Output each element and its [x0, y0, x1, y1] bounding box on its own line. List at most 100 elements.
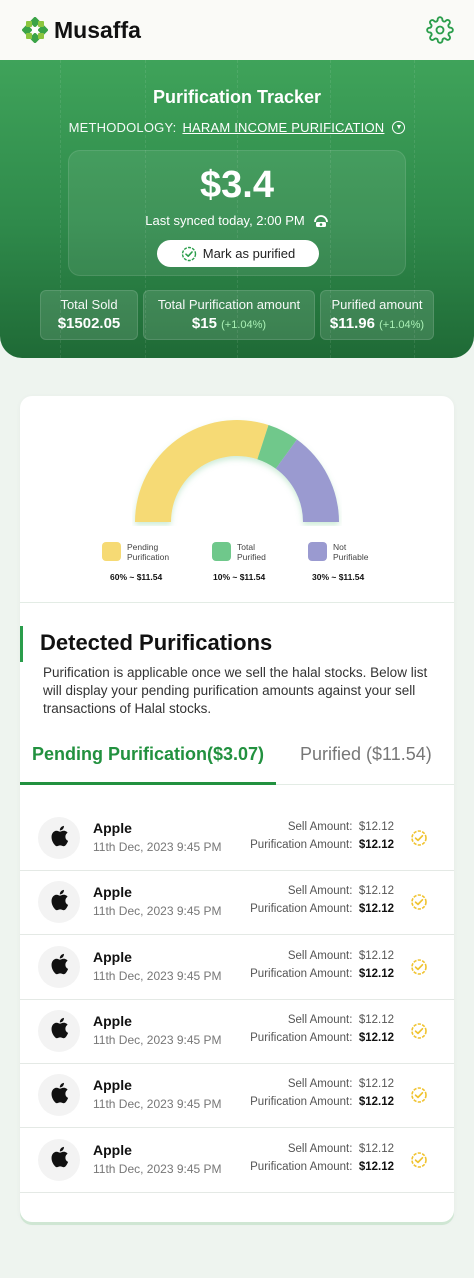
purification-amount-value: $12.12	[358, 903, 394, 916]
sell-amount-line: Sell Amount: $12.12	[288, 821, 394, 833]
mark-as-purified-label: Mark as purified	[202, 246, 296, 261]
sell-amount-line: Sell Amount: $12.12	[288, 950, 394, 962]
purification-amount-card: $3.4 Last synced today, 2:00 PM Mark as …	[68, 150, 406, 276]
check-badge-icon[interactable]	[410, 1022, 428, 1045]
purification-amount-label: Purification Amount:	[250, 903, 353, 916]
company-name: Apple	[93, 884, 132, 901]
stat-value-row: $15 (+1.04%)	[144, 315, 314, 332]
legend-item-purified: Total Purified	[212, 542, 266, 562]
transaction-row[interactable]: Apple 11th Dec, 2023 9:45 PM Sell Amount: …	[20, 1129, 454, 1193]
check-badge-icon[interactable]	[410, 829, 428, 852]
methodology-link[interactable]: HARAM INCOME PURIFICATION	[182, 120, 384, 135]
purification-amount-line: Purification Amount: $12.12	[250, 1096, 394, 1108]
purification-amount-line: Purification Amount: $12.12	[250, 903, 394, 915]
top-bar: Musaffa	[0, 0, 474, 60]
transaction-row[interactable]: Apple 11th Dec, 2023 9:45 PM Sell Amount: …	[20, 807, 454, 871]
app-name: Musaffa	[54, 16, 141, 43]
company-logo	[38, 945, 80, 988]
apple-icon	[49, 1082, 69, 1109]
sync-text: Last synced today, 2:00 PM	[145, 213, 305, 228]
gauge-slice-pending-purification	[135, 420, 269, 522]
purification-amount-line: Purification Amount: $12.12	[250, 1161, 394, 1173]
legend-label: Not Purifiable	[333, 542, 368, 562]
company-name: Apple	[93, 820, 132, 836]
company-logo	[38, 817, 80, 859]
sell-amount-label: Sell Amount:	[287, 1013, 353, 1026]
check-badge-icon[interactable]	[410, 1086, 428, 1109]
company-name: Apple	[93, 948, 132, 965]
stat-label: Purified amount	[331, 297, 423, 312]
legend-value: 30% ~ $11.54	[312, 572, 365, 582]
transaction-date: 11th Dec, 2023 9:45 PM	[93, 840, 222, 854]
sell-amount-label: Sell Amount:	[287, 949, 353, 962]
sell-amount-value: $12.12	[358, 885, 394, 898]
legend-swatch	[212, 542, 231, 561]
transaction-date: 11th Dec, 2023 9:45 PM	[93, 1097, 222, 1112]
stat-purified-amount: Purified amount $11.96 (+1.04%)	[320, 290, 434, 340]
transaction-date: 11th Dec, 2023 9:45 PM	[93, 1032, 222, 1047]
stat-value: $15	[191, 315, 217, 332]
active-tab-indicator	[20, 782, 276, 785]
check-badge-icon	[181, 246, 196, 261]
legend-item-pending: Pending Purification	[102, 542, 169, 562]
company-name: Apple	[93, 1077, 132, 1094]
purification-amount-value: $12.12	[358, 1096, 394, 1109]
check-badge-icon[interactable]	[410, 1151, 428, 1174]
page-title: Purification Tracker	[152, 87, 322, 107]
check-badge-icon[interactable]	[410, 958, 428, 981]
stat-change: (+1.04%)	[379, 319, 425, 331]
legend-swatch	[308, 542, 327, 561]
purification-amount-label: Purification Amount:	[250, 839, 353, 851]
gear-icon[interactable]	[426, 16, 454, 44]
legend-value: 10% ~ $11.54	[213, 572, 266, 582]
brand[interactable]: Musaffa	[22, 17, 141, 44]
legend-line: Purification	[127, 552, 170, 562]
tab-pending-purification[interactable]: Pending Purification($3.07)	[32, 744, 264, 765]
purification-amount-label: Purification Amount:	[250, 967, 353, 980]
company-name: Apple	[93, 1141, 132, 1158]
transaction-row[interactable]: Apple 11th Dec, 2023 9:45 PM Sell Amount: …	[20, 1000, 454, 1064]
transaction-row[interactable]: Apple 11th Dec, 2023 9:45 PM Sell Amount: …	[20, 936, 454, 1000]
stat-value: $11.96	[329, 315, 375, 332]
mark-as-purified-button[interactable]: Mark as purified	[157, 240, 319, 267]
legend-value: 60% ~ $11.54	[110, 572, 163, 582]
purification-amount-line: Purification Amount: $12.12	[250, 1032, 394, 1044]
apple-icon	[49, 825, 69, 852]
sell-amount-label: Sell Amount:	[287, 885, 353, 898]
purification-amount-value: $12.12	[358, 1160, 394, 1173]
sell-amount-line: Sell Amount: $12.12	[288, 1078, 394, 1090]
chevron-down-icon[interactable]: ▼	[392, 121, 406, 134]
purification-amount-line: Purification Amount: $12.12	[250, 968, 394, 980]
tab-purified[interactable]: Purified ($11.54)	[300, 744, 432, 765]
legend-label: Total Purified	[237, 542, 266, 562]
sell-amount-label: Sell Amount:	[287, 821, 353, 833]
purification-gauge-chart	[135, 420, 339, 522]
legend-line: Not	[333, 542, 347, 552]
apple-icon	[49, 1146, 69, 1173]
purification-amount-label: Purification Amount:	[250, 1160, 353, 1173]
legend-line: Pending	[127, 542, 159, 552]
sync-icon[interactable]	[313, 214, 329, 228]
transaction-row[interactable]: Apple 11th Dec, 2023 9:45 PM Sell Amount: …	[20, 871, 454, 936]
stat-change: (+1.04%)	[221, 319, 267, 331]
methodology-label: METHODOLOGY:	[68, 120, 177, 135]
transaction-date: 11th Dec, 2023 9:45 PM	[93, 1161, 222, 1176]
sync-status: Last synced today, 2:00 PM	[69, 213, 405, 228]
legend-line: Purified	[237, 552, 266, 562]
purification-tracker-header: Purification Tracker METHODOLOGY: HARAM …	[0, 60, 474, 358]
transaction-date: 11th Dec, 2023 9:45 PM	[93, 904, 222, 919]
section-divider	[20, 602, 454, 603]
purification-amount-value: $12.12	[358, 967, 394, 980]
company-logo	[38, 881, 80, 924]
transaction-row[interactable]: Apple 11th Dec, 2023 9:45 PM Sell Amount: …	[20, 1064, 454, 1129]
legend-item-not-purifiable: Not Purifiable	[308, 542, 368, 562]
sell-amount-label: Sell Amount:	[287, 1078, 353, 1091]
sell-amount-label: Sell Amount:	[287, 1142, 353, 1155]
transaction-date: 11th Dec, 2023 9:45 PM	[93, 968, 222, 983]
sell-amount-value: $12.12	[358, 1078, 394, 1091]
legend-swatch	[102, 542, 121, 561]
section-accent-bar	[20, 626, 23, 662]
sell-amount-value: $12.12	[358, 949, 394, 962]
check-badge-icon[interactable]	[410, 893, 428, 916]
section-description: Purification is applicable once we sell …	[43, 665, 428, 716]
